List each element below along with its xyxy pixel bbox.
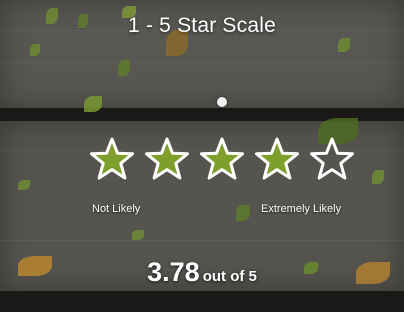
leaf-decoration: [118, 60, 130, 76]
star-3-icon[interactable]: [198, 136, 246, 182]
star-scale-card: 1 - 5 Star Scale Not Likely Extremely Li…: [0, 0, 404, 312]
star-5-icon[interactable]: [308, 136, 356, 182]
low-end-label: Not Likely: [92, 203, 141, 215]
page-title: 1 - 5 Star Scale: [128, 14, 276, 37]
wood-grain: [0, 62, 404, 63]
leaf-decoration: [30, 44, 40, 56]
high-end-label: Extremely Likely: [261, 203, 342, 215]
leaf-decoration: [236, 205, 250, 221]
star-rating: [88, 136, 358, 182]
slider-handle[interactable]: [217, 97, 227, 107]
score-value: 3.78: [147, 257, 200, 287]
leaf-decoration: [338, 38, 350, 52]
score-suffix: out of 5: [202, 268, 257, 285]
wood-grain: [0, 240, 404, 241]
plank-gap-bottom: [0, 291, 404, 312]
average-score: 3.78 out of 5: [0, 257, 404, 288]
leaf-decoration: [132, 230, 144, 240]
leaf-decoration: [372, 170, 384, 184]
leaf-decoration: [84, 96, 102, 112]
leaf-decoration: [18, 180, 30, 190]
star-1-icon[interactable]: [88, 136, 136, 182]
star-2-icon[interactable]: [143, 136, 191, 182]
star-4-icon[interactable]: [253, 136, 301, 182]
